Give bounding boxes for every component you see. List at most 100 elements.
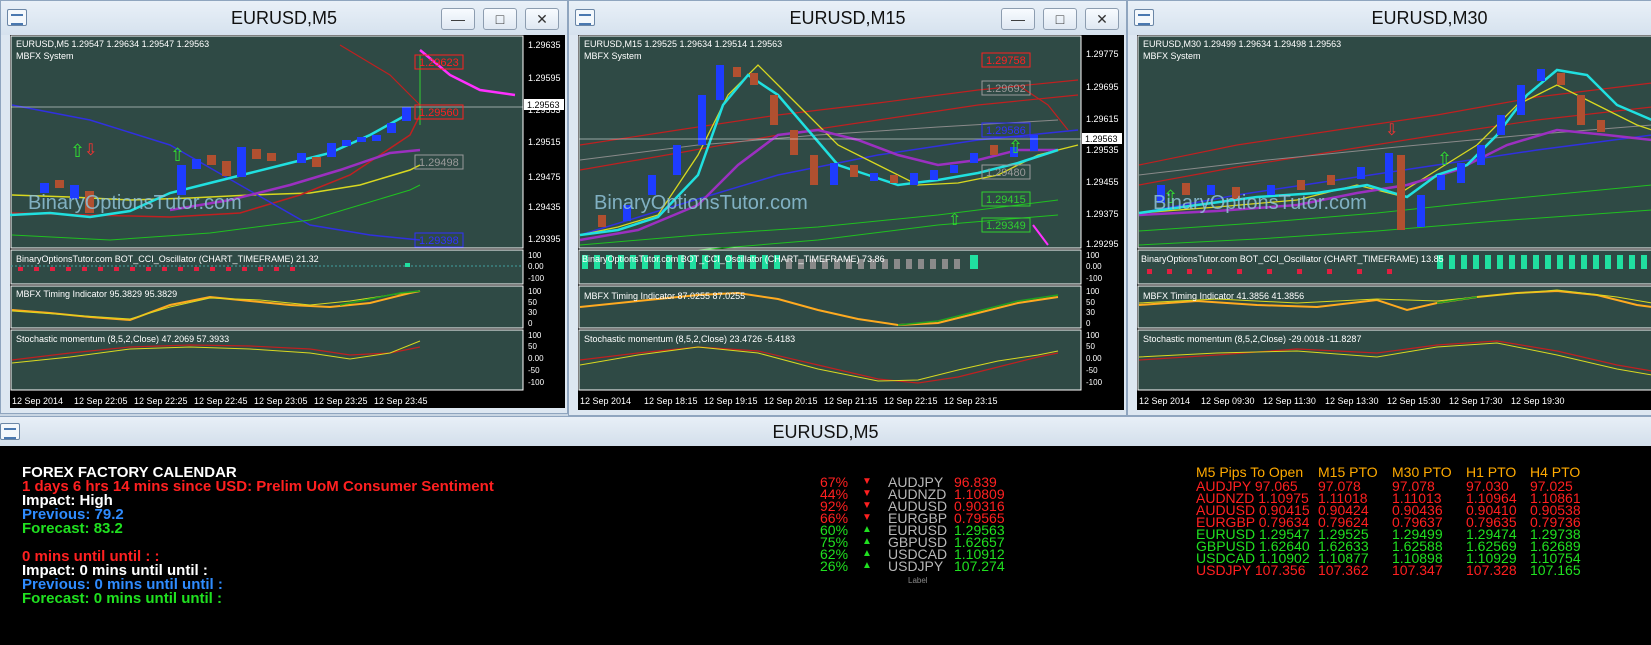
svg-text:⇧: ⇧ [1437, 149, 1452, 169]
svg-text:⇩: ⇩ [84, 142, 97, 159]
stoch-tick: 100 [528, 331, 542, 340]
stoch-label: Stochastic momentum (8,5,2,Close) -29.00… [1143, 334, 1361, 344]
svg-text:⇩: ⇩ [1385, 122, 1398, 139]
chart-canvas-m5[interactable]: ⇧ ⇧ ⇩ EURUSD,M5 1.29547 1.29634 1.29547 … [10, 35, 565, 408]
calendar-forecast: Forecast: 83.2 [22, 520, 123, 537]
minimize-button[interactable]: — [441, 8, 475, 30]
pto-table: M5 Pips To Open M15 PTO M30 PTO H1 PTO H… [1196, 464, 1651, 584]
time-tick: 12 Sep 22:05 [74, 396, 128, 406]
price-tick: 1.29535 [1086, 145, 1119, 155]
chart-area[interactable]: ⇧ ⇧ ⇩ EURUSD,M5 1.29547 1.29634 1.29547 … [10, 35, 565, 408]
down-triangle-icon: ▼ [862, 500, 872, 511]
maximize-button[interactable]: □ [483, 8, 517, 30]
maximize-button[interactable]: □ [1043, 8, 1077, 30]
stoch-tick: -50 [1086, 366, 1098, 375]
calendar-titlebar[interactable]: EURUSD,M5 [0, 416, 1651, 446]
time-tick: 12 Sep 22:45 [194, 396, 248, 406]
minimize-button[interactable]: — [1001, 8, 1035, 30]
timing-tick: 100 [1086, 287, 1100, 296]
price-tick: 1.29635 [528, 40, 561, 50]
level-label: 1.29349 [986, 220, 1026, 232]
timing-tick: 0 [528, 319, 533, 328]
time-tick: 12 Sep 2014 [12, 396, 63, 406]
watermark: BinaryOptionsTutor.com [594, 192, 808, 214]
pto-cell: 107.165 [1530, 562, 1581, 578]
time-tick: 12 Sep 2014 [1139, 396, 1190, 406]
timing-label: MBFX Timing Indicator 95.3829 95.3829 [16, 289, 177, 299]
down-triangle-icon: ▼ [862, 476, 872, 487]
window-titlebar[interactable]: EURUSD,M15 — □ ✕ [569, 1, 1126, 35]
time-tick: 12 Sep 22:15 [884, 396, 938, 406]
pto-cell: USDJPY 107.356 [1196, 562, 1306, 578]
down-triangle-icon: ▼ [862, 488, 872, 499]
window-titlebar[interactable]: EURUSD,M5 — □ ✕ [1, 1, 567, 35]
chart-area[interactable]: ⇧ ⇧ ⇩ EURUSD,M30 1.29499 1.29634 1.29498… [1137, 35, 1651, 410]
level-label: 1.29398 [419, 235, 459, 247]
level-label: 1.29415 [986, 194, 1026, 206]
current-price-label: 1.29563 [1085, 134, 1118, 144]
chart-area[interactable]: ⇧ ⇧ EURUSD,M15 1.29525 1.29634 1.29514 1… [578, 35, 1124, 410]
up-triangle-icon: ▲ [862, 524, 872, 535]
cci-label: BinaryOptionsTutor.com BOT_CCI_Oscillato… [1141, 254, 1444, 264]
timing-tick: 30 [528, 308, 537, 317]
level-label: 1.29623 [419, 57, 459, 69]
stoch-label: Stochastic momentum (8,5,2,Close) 23.472… [584, 334, 795, 344]
time-tick: 12 Sep 23:45 [374, 396, 428, 406]
chart-info-text: EURUSD,M30 1.29499 1.29634 1.29498 1.295… [1143, 39, 1341, 49]
level-label: 1.29586 [986, 125, 1026, 137]
svg-text:⇧: ⇧ [70, 141, 85, 161]
time-tick: 12 Sep 15:30 [1387, 396, 1441, 406]
time-tick: 12 Sep 21:15 [824, 396, 878, 406]
chart-window-m15[interactable]: EURUSD,M15 — □ ✕ ⇧ ⇧ EURUSD,M15 1.29525 … [568, 0, 1127, 416]
time-tick: 12 Sep 23:25 [314, 396, 368, 406]
time-tick: 12 Sep 19:15 [704, 396, 758, 406]
close-button[interactable]: ✕ [1085, 8, 1119, 30]
chart-info-text: EURUSD,M15 1.29525 1.29634 1.29514 1.295… [584, 39, 782, 49]
current-price-label: 1.29563 [527, 100, 560, 110]
price-tick: 1.29455 [1086, 177, 1119, 187]
cci-tick: 100 [1086, 251, 1100, 260]
strength-price: 107.274 [954, 558, 1005, 574]
timing-tick: 30 [1086, 308, 1095, 317]
chart-window-m5[interactable]: EURUSD,M5 — □ ✕ ⇧ ⇧ ⇩ EURUSD,M5 1.29547 … [0, 0, 568, 414]
stoch-tick: -50 [528, 366, 540, 375]
window-title: EURUSD,M30 [1371, 8, 1488, 28]
stoch-tick: -100 [528, 378, 545, 387]
timing-label: MBFX Timing Indicator 41.3856 41.3856 [1143, 291, 1304, 301]
stoch-tick: 50 [528, 342, 537, 351]
calendar-next-forecast: Forecast: 0 mins until until : [22, 590, 223, 607]
price-tick: 1.29615 [1086, 114, 1119, 124]
window-titlebar[interactable]: EURUSD,M30 [1128, 1, 1651, 35]
cci-tick: 100 [528, 251, 542, 260]
time-tick: 12 Sep 20:15 [764, 396, 818, 406]
stoch-label: Stochastic momentum (8,5,2,Close) 47.206… [16, 334, 229, 344]
stoch-tick: 0.00 [1086, 354, 1102, 363]
cci-tick: 0.00 [528, 262, 544, 271]
strength-pair: USDJPY [888, 558, 944, 574]
chart-canvas-m15[interactable]: ⇧ ⇧ EURUSD,M15 1.29525 1.29634 1.29514 1… [578, 35, 1124, 410]
price-tick: 1.29375 [1086, 209, 1119, 219]
time-tick: 12 Sep 22:25 [134, 396, 188, 406]
time-tick: 12 Sep 09:30 [1201, 396, 1255, 406]
system-label: MBFX System [16, 51, 74, 61]
system-label: MBFX System [584, 51, 642, 61]
stoch-tick: -100 [1086, 378, 1103, 387]
chart-window-m30[interactable]: EURUSD,M30 ⇧ ⇧ ⇩ EURUSD,M30 1.29499 1.29… [1127, 0, 1651, 416]
chart-canvas-m30[interactable]: ⇧ ⇧ ⇩ EURUSD,M30 1.29499 1.29634 1.29498… [1137, 35, 1651, 410]
price-tick: 1.29395 [528, 234, 561, 244]
price-tick: 1.29775 [1086, 49, 1119, 59]
close-button[interactable]: ✕ [525, 8, 559, 30]
label-tag: Label [908, 576, 928, 585]
pto-row: USDJPY 107.356 107.362 107.347 107.328 107.1… [1196, 562, 1651, 578]
timing-tick: 0 [1086, 319, 1091, 328]
time-tick: 12 Sep 23:15 [944, 396, 998, 406]
strength-pct: 26% [820, 558, 849, 574]
calendar-window[interactable]: EURUSD,M5 FOREX FACTORY CALENDAR 1 days … [0, 416, 1651, 645]
timing-label: MBFX Timing Indicator 87.0255 87.0255 [584, 291, 745, 301]
time-tick: 12 Sep 13:30 [1325, 396, 1379, 406]
up-triangle-icon: ▲ [862, 560, 872, 571]
pto-cell: 107.328 [1466, 562, 1517, 578]
level-label: 1.29560 [419, 107, 459, 119]
timing-tick: 50 [528, 298, 537, 307]
time-tick: 12 Sep 17:30 [1449, 396, 1503, 406]
